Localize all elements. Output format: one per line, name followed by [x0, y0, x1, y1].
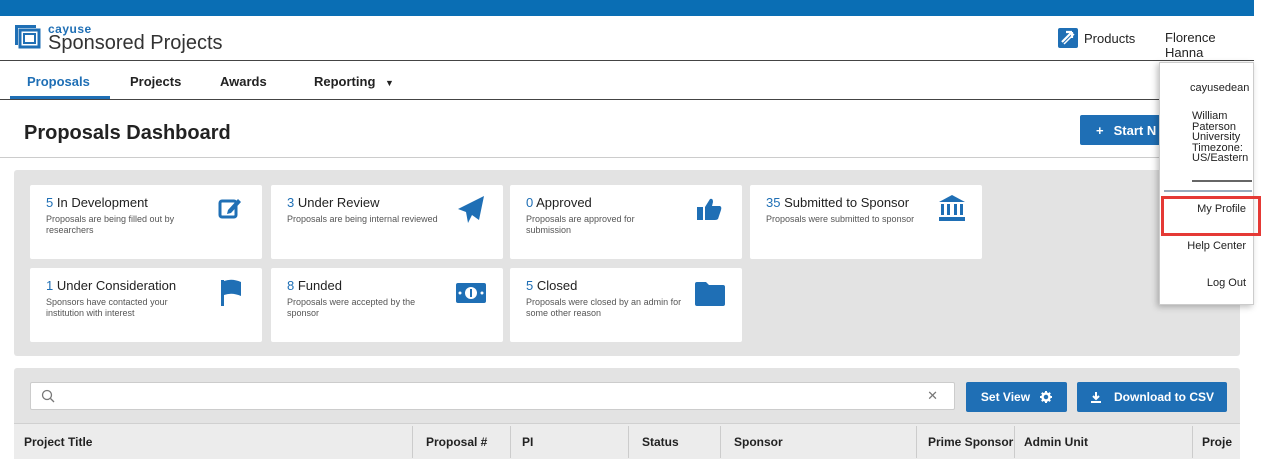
start-button-label: Start N [1113, 122, 1157, 138]
card-count: 1 [46, 278, 54, 293]
user-dropdown-menu: cayusedean William Paterson University T… [1159, 62, 1254, 305]
status-cards-panel: 5 In Development Proposals are being fil… [14, 170, 1240, 356]
card-count: 3 [287, 195, 295, 210]
table-header: Project Title Proposal # PI Status Spons… [14, 423, 1240, 459]
column-separator [510, 426, 511, 458]
plus-icon: + [1096, 122, 1104, 138]
card-description: Proposals are approved for submission [526, 214, 635, 235]
card-count: 0 [526, 195, 534, 210]
tab-reporting[interactable]: Reporting ▼ [314, 74, 394, 89]
card-count: 35 [766, 195, 781, 210]
dropdown-username: cayusedean [1190, 82, 1250, 94]
card-label: Closed [536, 278, 578, 293]
status-card-submitted[interactable]: 35 Submitted to Sponsor Proposals were s… [750, 185, 982, 259]
edit-icon [218, 199, 241, 219]
app-name: Sponsored Projects [48, 32, 223, 54]
products-button[interactable]: Products [1058, 28, 1135, 48]
download-icon [1091, 392, 1101, 403]
page-title: Proposals Dashboard [24, 122, 231, 144]
cayuse-logo-icon [15, 25, 41, 49]
column-header-pi[interactable]: PI [522, 435, 533, 449]
card-label: In Development [56, 195, 148, 210]
download-csv-button[interactable]: Download to CSV [1077, 382, 1227, 412]
app-header: cayuse Sponsored Projects Products Flore… [0, 16, 1254, 61]
column-header-proposal-number[interactable]: Proposal # [426, 435, 487, 449]
set-view-label: Set View [980, 390, 1031, 404]
column-separator [628, 426, 629, 458]
active-tab-indicator [10, 96, 110, 99]
column-separator [916, 426, 917, 458]
card-description: Proposals are being internal reviewed [287, 214, 438, 224]
column-header-admin-unit[interactable]: Admin Unit [1024, 435, 1088, 449]
status-card-closed[interactable]: 5 Closed Proposals were closed by an adm… [510, 268, 742, 342]
card-count: 8 [287, 278, 295, 293]
card-description: Proposals were submitted to sponsor [766, 214, 915, 224]
divider [0, 157, 1254, 158]
download-csv-label: Download to CSV [1114, 390, 1214, 404]
money-icon [456, 283, 486, 303]
dropdown-divider [1164, 190, 1252, 192]
card-count: 5 [526, 278, 534, 293]
dropdown-divider [1192, 180, 1252, 182]
card-label: Approved [536, 195, 592, 210]
menu-item-help-center[interactable]: Help Center [1168, 240, 1246, 252]
dropdown-org-timezone: William Paterson University Timezone: US… [1192, 110, 1249, 164]
set-view-button[interactable]: Set View [966, 382, 1067, 412]
highlight-box [1161, 196, 1261, 236]
card-description: Proposals were closed by an admin for so… [526, 297, 682, 318]
status-card-in-development[interactable]: 5 In Development Proposals are being fil… [30, 185, 262, 259]
start-new-proposal-button[interactable]: + Start N [1080, 115, 1165, 145]
column-header-prime-sponsor[interactable]: Prime Sponsor [928, 435, 1013, 449]
column-header-project-title[interactable]: Project Title [24, 435, 92, 449]
card-label: Under Consideration [56, 278, 177, 293]
status-card-under-review[interactable]: 3 Under Review Proposals are being inter… [271, 185, 503, 259]
menu-item-log-out[interactable]: Log Out [1168, 277, 1246, 289]
institution-icon [939, 195, 965, 221]
card-description: Proposals are being filled out by resear… [46, 214, 175, 235]
tab-awards[interactable]: Awards [220, 74, 267, 89]
main-nav: Proposals Projects Awards Reporting ▼ [0, 62, 1254, 100]
column-header-project[interactable]: Proje [1202, 435, 1232, 449]
clear-search-icon[interactable]: ✕ [927, 388, 938, 404]
search-input[interactable] [61, 386, 921, 406]
card-label: Submitted to Sponsor [784, 195, 910, 210]
card-count: 5 [46, 195, 54, 210]
status-card-funded[interactable]: 8 Funded Proposals were accepted by the … [271, 268, 503, 342]
tab-reporting-label: Reporting [314, 74, 376, 89]
top-brand-strip [0, 0, 1267, 16]
search-box: ✕ [30, 382, 955, 410]
gear-icon [1040, 391, 1053, 403]
tab-proposals[interactable]: Proposals [27, 74, 90, 89]
products-label: Products [1084, 30, 1136, 46]
card-description: Sponsors have contacted your institution… [46, 297, 168, 318]
card-label: Funded [297, 278, 342, 293]
paper-plane-icon [458, 196, 484, 223]
card-description: Proposals were accepted by the sponsor [287, 297, 416, 318]
search-icon [41, 389, 55, 403]
folder-icon [695, 282, 725, 306]
column-separator [720, 426, 721, 458]
card-label: Under Review [297, 195, 380, 210]
column-header-status[interactable]: Status [642, 435, 679, 449]
status-card-under-consideration[interactable]: 1 Under Consideration Sponsors have cont… [30, 268, 262, 342]
products-icon [1058, 28, 1078, 48]
user-menu-toggle[interactable]: Florence Hanna [1165, 30, 1254, 60]
flag-icon [221, 279, 241, 306]
column-separator [1192, 426, 1193, 458]
status-card-approved[interactable]: 0 Approved Proposals are approved for su… [510, 185, 742, 259]
column-separator [412, 426, 413, 458]
column-header-sponsor[interactable]: Sponsor [734, 435, 783, 449]
column-separator [1014, 426, 1015, 458]
chevron-down-icon: ▼ [385, 78, 394, 88]
thumbs-up-icon [697, 198, 722, 220]
tab-projects[interactable]: Projects [130, 74, 181, 89]
